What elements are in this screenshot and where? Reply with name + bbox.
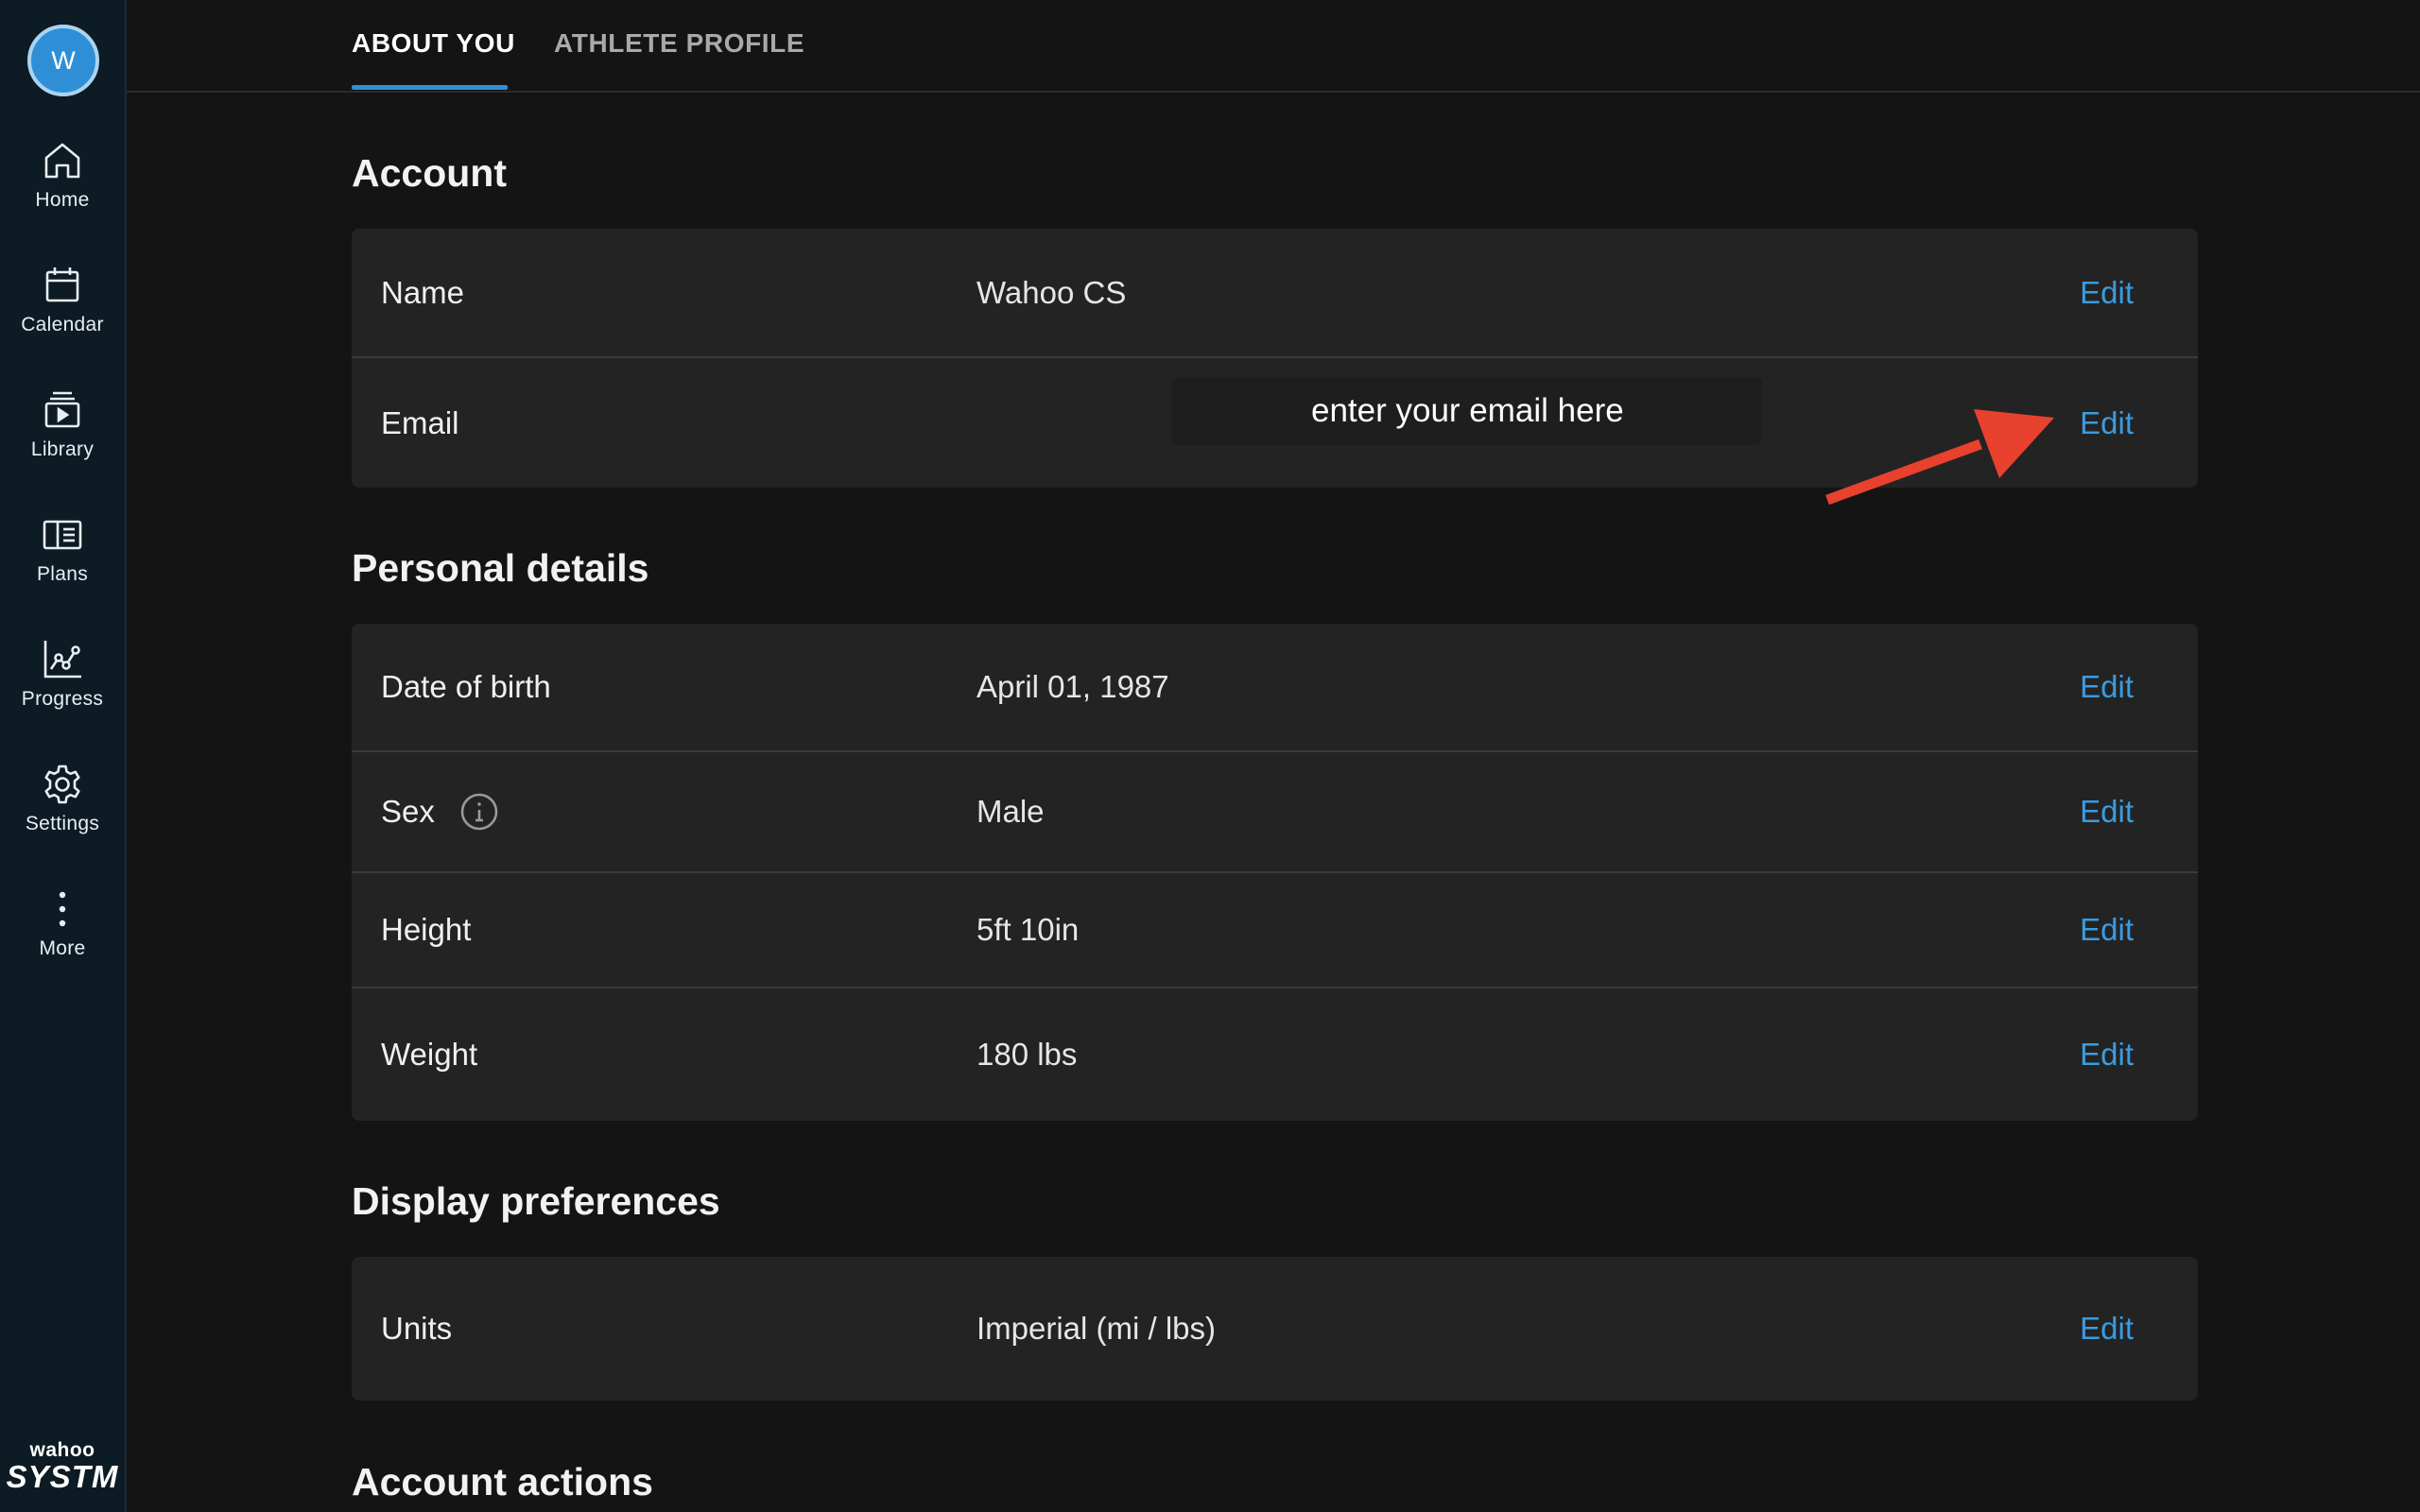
- email-redaction: enter your email here: [1172, 377, 1762, 445]
- sidebar-item-plans[interactable]: Plans: [0, 512, 125, 586]
- personal-row-height: Height 5ft 10in Edit: [352, 873, 2198, 988]
- brand-logo: wahoo SYSTM: [0, 1440, 125, 1493]
- edit-name-button[interactable]: Edit: [2080, 275, 2134, 311]
- sidebar-item-label: Plans: [36, 563, 89, 585]
- brand-wahoo: wahoo: [29, 1439, 95, 1461]
- row-label: Sex: [381, 792, 499, 832]
- row-label: Units: [381, 1311, 453, 1346]
- edit-height-button[interactable]: Edit: [2080, 912, 2134, 948]
- display-row-units: Units Imperial (mi / lbs) Edit: [352, 1257, 2198, 1400]
- edit-sex-button[interactable]: Edit: [2080, 794, 2134, 830]
- sidebar-item-calendar[interactable]: Calendar: [0, 263, 125, 336]
- sidebar-item-label: More: [39, 937, 86, 959]
- edit-dob-button[interactable]: Edit: [2080, 669, 2134, 705]
- sidebar-item-label: Library: [30, 438, 95, 460]
- row-value: 180 lbs: [977, 1037, 1078, 1072]
- section-title-account-actions: Account actions: [352, 1460, 653, 1503]
- row-label-text: Sex: [381, 794, 435, 829]
- avatar[interactable]: W: [27, 25, 99, 96]
- active-tab-indicator: [352, 85, 508, 90]
- plans-icon: [43, 520, 82, 550]
- calendar-icon: [45, 267, 79, 302]
- sidebar-item-library[interactable]: Library: [0, 387, 125, 461]
- row-label: Height: [381, 912, 472, 947]
- section-title-account: Account: [352, 151, 507, 195]
- sidebar-item-label: Home: [35, 189, 90, 211]
- sidebar: W Home Calendar Library Plans Progress S…: [0, 0, 127, 1512]
- edit-email-button[interactable]: Edit: [2080, 405, 2134, 441]
- tab-athlete-profile[interactable]: ATHLETE PROFILE: [554, 28, 804, 59]
- more-vertical-icon: [59, 891, 66, 927]
- display-card: Units Imperial (mi / lbs) Edit: [352, 1257, 2198, 1400]
- sidebar-item-home[interactable]: Home: [0, 138, 125, 212]
- annotation-arrow-icon: [1825, 409, 2054, 506]
- account-row-name: Name Wahoo CS Edit: [352, 229, 2198, 358]
- sidebar-item-more[interactable]: More: [0, 886, 125, 960]
- row-value: Imperial (mi / lbs): [977, 1311, 1217, 1346]
- personal-card: Date of birth April 01, 1987 Edit Sex Ma…: [352, 624, 2198, 1121]
- row-label: Email: [381, 404, 459, 440]
- row-value: 5ft 10in: [977, 912, 1080, 947]
- personal-row-dob: Date of birth April 01, 1987 Edit: [352, 624, 2198, 752]
- sidebar-item-label: Calendar: [21, 314, 104, 335]
- personal-row-weight: Weight 180 lbs Edit: [352, 988, 2198, 1121]
- row-label: Date of birth: [381, 669, 551, 704]
- info-icon[interactable]: [459, 792, 499, 832]
- row-label: Weight: [381, 1037, 478, 1072]
- brand-systm: SYSTM: [6, 1459, 119, 1494]
- personal-row-sex: Sex Male Edit: [352, 752, 2198, 873]
- edit-weight-button[interactable]: Edit: [2080, 1037, 2134, 1073]
- row-label: Name: [381, 274, 465, 310]
- row-value: April 01, 1987: [977, 669, 1169, 704]
- tab-about-you[interactable]: ABOUT YOU: [352, 28, 515, 59]
- library-icon: [44, 391, 80, 428]
- gear-icon: [44, 765, 80, 804]
- section-title-display: Display preferences: [352, 1179, 720, 1223]
- row-value: enter your email here: [1311, 392, 1624, 429]
- progress-icon: [43, 641, 81, 679]
- sidebar-item-progress[interactable]: Progress: [0, 637, 125, 711]
- row-value: Wahoo CS: [977, 274, 1127, 310]
- row-value: Male: [977, 794, 1045, 829]
- home-icon: [44, 143, 80, 179]
- sidebar-item-label: Progress: [21, 688, 104, 710]
- sidebar-item-label: Settings: [25, 813, 100, 834]
- sidebar-item-settings[interactable]: Settings: [0, 762, 125, 835]
- section-title-personal: Personal details: [352, 546, 649, 590]
- edit-units-button[interactable]: Edit: [2080, 1311, 2134, 1347]
